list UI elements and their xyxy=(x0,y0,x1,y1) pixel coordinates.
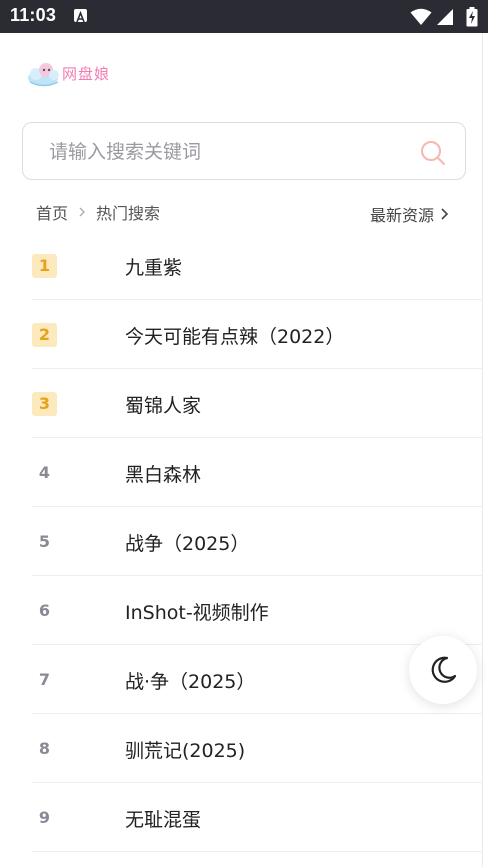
rank-number: 8 xyxy=(38,739,51,758)
search-box xyxy=(22,122,466,180)
list-item[interactable]: 3 蜀锦人家 xyxy=(32,369,483,438)
status-icons xyxy=(410,7,480,27)
rank-number: 7 xyxy=(38,670,51,689)
rank-badge: 1 xyxy=(32,254,57,278)
logo-text: 网盘娘 xyxy=(62,65,111,83)
rank-number: 9 xyxy=(38,808,51,827)
breadcrumb-home[interactable]: 首页 xyxy=(36,200,68,224)
site-logo[interactable]: 网盘娘 xyxy=(26,58,118,88)
item-title[interactable]: 黑白森林 xyxy=(125,460,201,487)
rank-badge: 2 xyxy=(32,323,57,347)
list-item[interactable]: 2 今天可能有点辣（2022） xyxy=(32,300,483,369)
rank-number: 4 xyxy=(38,463,51,482)
rank-badge: 3 xyxy=(32,392,57,416)
search-icon xyxy=(421,141,445,165)
item-title[interactable]: 驯荒记(2025) xyxy=(125,736,245,763)
item-title[interactable]: 战争（2025） xyxy=(125,529,249,556)
item-title[interactable]: 无耻混蛋 xyxy=(125,805,201,832)
breadcrumb-current: 热门搜索 xyxy=(96,204,161,223)
breadcrumb: 首页 热门搜索 xyxy=(36,200,160,224)
hot-search-list: 1 九重紫 2 今天可能有点辣（2022） 3 蜀锦人家 4 黑白森林 5 战争… xyxy=(32,231,483,852)
theme-toggle-button[interactable] xyxy=(409,636,477,704)
list-item[interactable]: 6 InShot-视频制作 xyxy=(32,576,483,645)
moon-icon xyxy=(431,656,457,683)
item-title[interactable]: 今天可能有点辣（2022） xyxy=(125,322,344,349)
list-item[interactable]: 4 黑白森林 xyxy=(32,438,483,507)
search-input[interactable] xyxy=(49,137,409,167)
battery-charging-icon xyxy=(466,7,478,27)
latest-resources-link[interactable]: 最新资源 xyxy=(370,202,450,226)
list-item[interactable]: 1 九重紫 xyxy=(32,231,483,300)
wifi-icon xyxy=(410,8,432,25)
chevron-right-icon xyxy=(441,208,449,220)
signal-icon xyxy=(437,9,453,25)
latest-resources-label: 最新资源 xyxy=(369,206,434,225)
list-item[interactable]: 5 战争（2025） xyxy=(32,507,483,576)
cloud-mascot-icon xyxy=(28,63,59,87)
status-bar: 11:03 xyxy=(0,0,488,33)
item-title[interactable]: 九重紫 xyxy=(125,253,182,280)
item-title[interactable]: 战·争（2025） xyxy=(125,667,255,694)
item-title[interactable]: InShot-视频制作 xyxy=(125,598,269,625)
item-title[interactable]: 蜀锦人家 xyxy=(125,391,201,418)
list-item[interactable]: 8 驯荒记(2025) xyxy=(32,714,483,783)
a-app-icon xyxy=(74,9,87,23)
search-button[interactable] xyxy=(419,139,447,167)
list-item[interactable]: 9 无耻混蛋 xyxy=(32,783,483,852)
rank-number: 6 xyxy=(38,601,51,620)
rank-number: 5 xyxy=(38,532,51,551)
chevron-right-icon xyxy=(79,207,85,217)
status-time: 11:03 xyxy=(10,5,57,25)
